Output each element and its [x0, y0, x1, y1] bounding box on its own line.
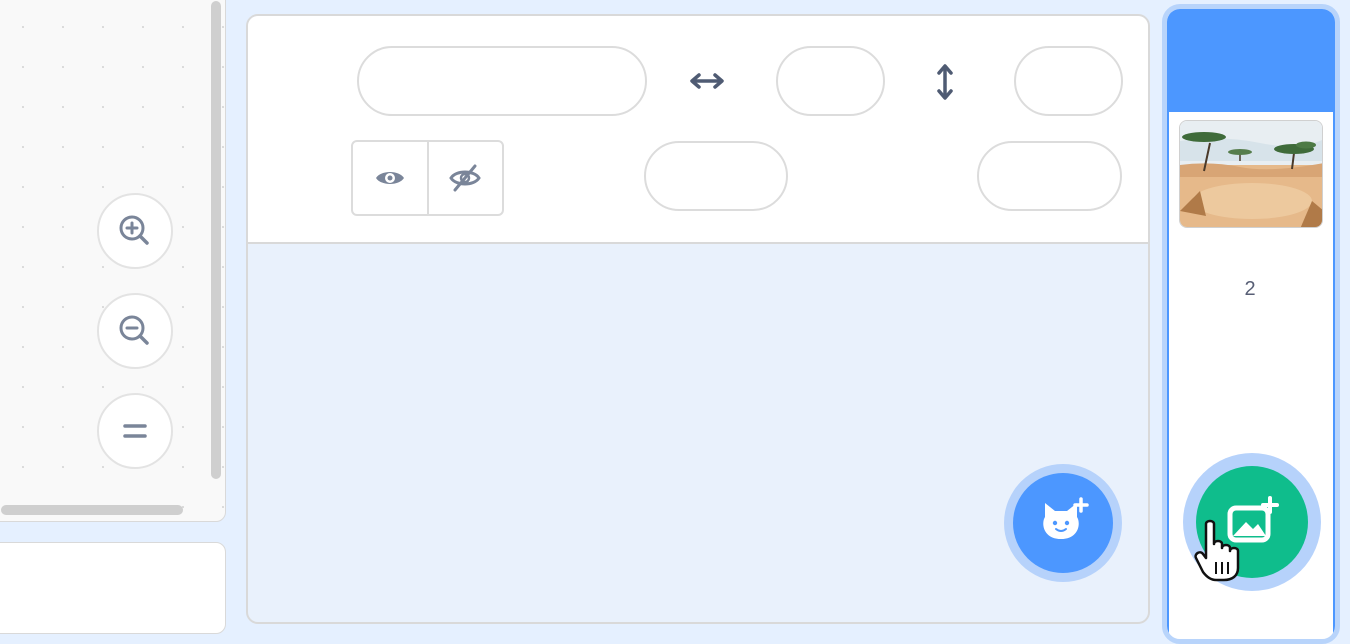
sprite-name-input[interactable] — [357, 46, 647, 116]
stage-header — [1167, 9, 1335, 112]
choose-sprite-button[interactable] — [1013, 473, 1113, 573]
eye-icon — [375, 172, 404, 184]
direction-input[interactable] — [977, 141, 1122, 211]
x-position-icon — [690, 73, 724, 89]
hide-sprite-button[interactable] — [426, 142, 503, 214]
eye-slash-icon — [449, 164, 482, 192]
cat-plus-icon — [1043, 497, 1089, 539]
sprite-info-panel — [248, 16, 1148, 244]
show-toggle-group — [351, 140, 504, 216]
reset-zoom-button[interactable] — [97, 393, 173, 469]
show-sprite-button[interactable] — [353, 142, 427, 214]
hand-cursor-icon — [1194, 519, 1240, 582]
y-position-icon — [937, 64, 953, 100]
zoom-in-icon — [119, 215, 149, 245]
size-input[interactable] — [644, 141, 788, 211]
zoom-in-button[interactable] — [97, 193, 173, 269]
stage-backdrop-thumbnail[interactable] — [1179, 120, 1323, 228]
savanna-backdrop-image — [1180, 121, 1322, 227]
backdrops-count: 2 — [1244, 278, 1256, 300]
y-position-input[interactable] — [1014, 46, 1123, 116]
equals-icon — [123, 424, 147, 438]
zoom-out-button[interactable] — [97, 293, 173, 369]
workspace-horizontal-scrollbar[interactable] — [1, 505, 183, 515]
bottom-left-panel — [0, 542, 226, 634]
workspace-vertical-scrollbar[interactable] — [211, 1, 221, 479]
x-position-input[interactable] — [776, 46, 885, 116]
zoom-out-icon — [119, 315, 149, 345]
